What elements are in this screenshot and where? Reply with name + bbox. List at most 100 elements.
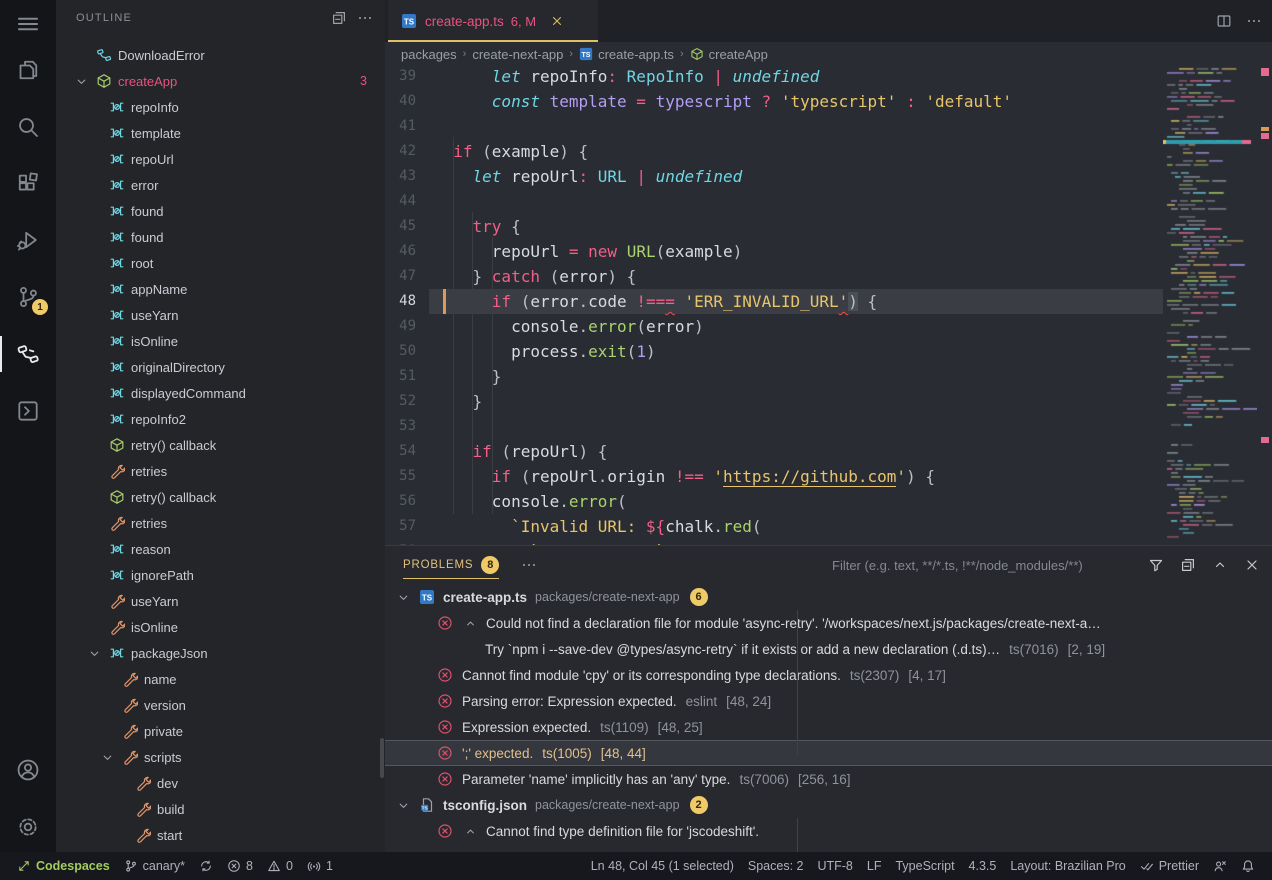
problem-row[interactable]: Try `npm i --save-dev @types/async-retry…: [385, 636, 1272, 662]
status-ts-version[interactable]: 4.3.5: [962, 855, 1004, 877]
panel-more-tabs-icon[interactable]: [521, 557, 537, 573]
breadcrumb-create-app-ts[interactable]: TScreate-app.ts: [579, 47, 674, 62]
sidebar-scrollbar[interactable]: [380, 738, 384, 778]
outline-item-scripts[interactable]: scripts: [56, 744, 385, 770]
status-eol[interactable]: LF: [860, 855, 889, 877]
status-notifications[interactable]: [1234, 855, 1262, 877]
code-line-49[interactable]: 49 console.error(error): [385, 314, 1163, 339]
status-indentation[interactable]: Spaces: 2: [741, 855, 811, 877]
code-editor[interactable]: 39 let repoInfo: RepoInfo | undefined40 …: [385, 66, 1272, 545]
outline-item-retries[interactable]: retries: [56, 458, 385, 484]
outline-item-dev[interactable]: dev: [56, 770, 385, 796]
code-line-43[interactable]: 43 let repoUrl: URL | undefined: [385, 164, 1163, 189]
outline-item-ignorepath[interactable]: ignorePath: [56, 562, 385, 588]
outline-item-error[interactable]: error: [56, 172, 385, 198]
status-errors[interactable]: 8: [220, 855, 260, 877]
outline-item-root[interactable]: root: [56, 250, 385, 276]
problem-row[interactable]: Could not find a declaration file for mo…: [385, 610, 1272, 636]
outline-item-repoinfo[interactable]: repoInfo: [56, 94, 385, 120]
outline-item-isonline[interactable]: isOnline: [56, 614, 385, 640]
status-encoding[interactable]: UTF-8: [810, 855, 859, 877]
activity-remote-explorer-icon[interactable]: [0, 387, 56, 435]
code-line-52[interactable]: 52 }: [385, 389, 1163, 414]
outline-item-version[interactable]: version: [56, 692, 385, 718]
code-line-57[interactable]: 57 `Invalid URL: ${chalk.red(: [385, 514, 1163, 539]
status-ports[interactable]: 1: [300, 855, 340, 877]
problem-row[interactable]: ';' expected.ts(1005)[48, 44]: [385, 740, 1272, 766]
chevron-down-icon[interactable]: [100, 750, 115, 765]
breadcrumb-create-next-app[interactable]: create-next-app: [472, 47, 563, 62]
activity-extensions-icon[interactable]: [0, 160, 56, 208]
chevron-down-icon[interactable]: [396, 798, 411, 813]
outline-item-found[interactable]: found: [56, 198, 385, 224]
problem-row[interactable]: The file is in the program because:: [385, 844, 1272, 852]
outline-item-reason[interactable]: reason: [56, 536, 385, 562]
chevron-down-icon[interactable]: [396, 590, 411, 605]
problem-row[interactable]: Expression expected.ts(1109)[48, 25]: [385, 714, 1272, 740]
breadcrumb-createapp[interactable]: createApp: [690, 47, 768, 62]
problem-row[interactable]: Parameter 'name' implicitly has an 'any'…: [385, 766, 1272, 792]
code-line-56[interactable]: 56 console.error(: [385, 489, 1163, 514]
code-line-46[interactable]: 46 repoUrl = new URL(example): [385, 239, 1163, 264]
problem-row[interactable]: Parsing error: Expression expected.eslin…: [385, 688, 1272, 714]
breadcrumb-packages[interactable]: packages: [401, 47, 457, 62]
close-panel-icon[interactable]: [1244, 557, 1260, 573]
code-line-50[interactable]: 50 process.exit(1): [385, 339, 1163, 364]
minimap-canvas[interactable]: [1163, 66, 1257, 545]
problem-row[interactable]: Cannot find module 'cpy' or its correspo…: [385, 662, 1272, 688]
outline-item-retry-callback[interactable]: retry() callback: [56, 432, 385, 458]
activity-search-icon[interactable]: [0, 103, 56, 151]
code-line-39[interactable]: 39 let repoInfo: RepoInfo | undefined: [385, 66, 1163, 89]
status-cursor-position[interactable]: Ln 48, Col 45 (1 selected): [584, 855, 741, 877]
outline-item-originaldirectory[interactable]: originalDirectory: [56, 354, 385, 380]
activity-source-control-icon[interactable]: 1: [0, 273, 56, 321]
outline-item-retry-callback[interactable]: retry() callback: [56, 484, 385, 510]
outline-item-useyarn[interactable]: useYarn: [56, 588, 385, 614]
activity-explorer-icon[interactable]: [0, 46, 56, 94]
problems-group-tsconfig-json[interactable]: TStsconfig.jsonpackages/create-next-app2: [385, 792, 1272, 818]
collapse-all-icon[interactable]: [331, 10, 347, 26]
problems-filter-input[interactable]: [832, 558, 1132, 573]
outline-item-createapp[interactable]: createApp3: [56, 68, 385, 94]
code-line-54[interactable]: 54 if (repoUrl) {: [385, 439, 1163, 464]
maximize-panel-icon[interactable]: [1212, 557, 1228, 573]
outline-item-packagejson[interactable]: packageJson: [56, 640, 385, 666]
code-line-51[interactable]: 51 }: [385, 364, 1163, 389]
outline-item-template[interactable]: template: [56, 120, 385, 146]
outline-item-repoinfo2[interactable]: repoInfo2: [56, 406, 385, 432]
activity-outline-view-icon[interactable]: [0, 330, 56, 378]
outline-item-isonline[interactable]: isOnline: [56, 328, 385, 354]
outline-item-private[interactable]: private: [56, 718, 385, 744]
outline-item-displayedcommand[interactable]: displayedCommand: [56, 380, 385, 406]
status-git-branch[interactable]: canary*: [117, 855, 192, 877]
filter-icon[interactable]: [1148, 557, 1164, 573]
outline-item-retries[interactable]: retries: [56, 510, 385, 536]
code-line-53[interactable]: 53: [385, 414, 1163, 439]
status-language-mode[interactable]: TypeScript: [888, 855, 961, 877]
code-line-44[interactable]: 44: [385, 189, 1163, 214]
status-layout[interactable]: Layout: Brazilian Pro: [1003, 855, 1132, 877]
outline-item-useyarn[interactable]: useYarn: [56, 302, 385, 328]
collapse-detail-icon[interactable]: [463, 616, 478, 631]
outline-item-appname[interactable]: appName: [56, 276, 385, 302]
activity-accounts-icon[interactable]: [0, 746, 56, 794]
activity-settings-icon[interactable]: [0, 803, 56, 851]
outline-item-name[interactable]: name: [56, 666, 385, 692]
chevron-down-icon[interactable]: [87, 646, 102, 661]
code-line-40[interactable]: 40 const template = typescript ? 'typesc…: [385, 89, 1163, 114]
code-line-42[interactable]: 42 if (example) {: [385, 139, 1163, 164]
collapse-detail-icon[interactable]: [463, 824, 478, 839]
outline-item-build[interactable]: build: [56, 796, 385, 822]
status-sync[interactable]: [192, 855, 220, 877]
tab-create-app[interactable]: TS create-app.ts 6, M: [388, 0, 598, 42]
outline-item-found[interactable]: found: [56, 224, 385, 250]
more-actions-icon[interactable]: [1246, 13, 1262, 29]
code-line-47[interactable]: 47 } catch (error) {: [385, 264, 1163, 289]
tab-problems[interactable]: PROBLEMS 8: [403, 546, 499, 584]
more-actions-icon[interactable]: [357, 10, 373, 26]
status-prettier[interactable]: Prettier: [1133, 855, 1206, 877]
status-feedback[interactable]: [1206, 855, 1234, 877]
outline-item-downloaderror[interactable]: DownloadError: [56, 42, 385, 68]
chevron-down-icon[interactable]: [74, 74, 89, 89]
problems-group-create-app-ts[interactable]: TScreate-app.tspackages/create-next-app6: [385, 584, 1272, 610]
